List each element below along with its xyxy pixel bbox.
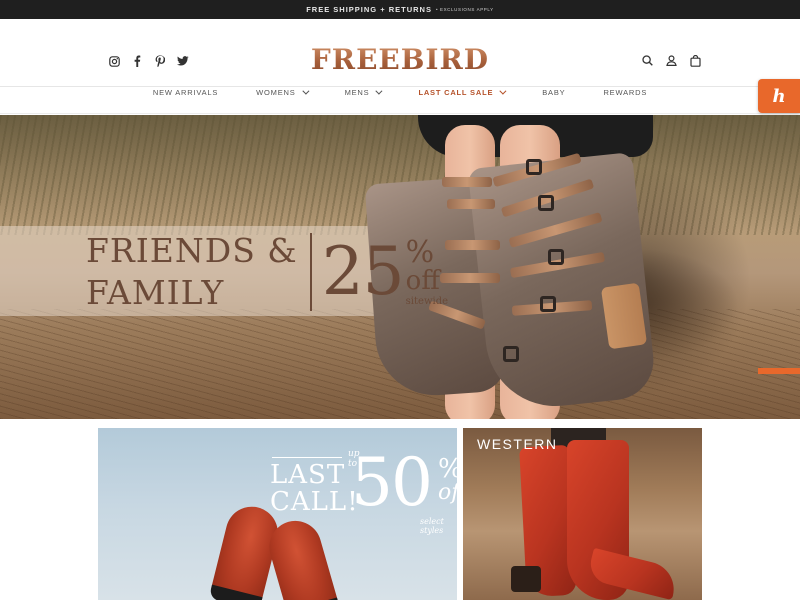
chevron-down-icon bbox=[301, 87, 310, 95]
hero-percent: 25 bbox=[321, 233, 405, 310]
utility-icons bbox=[641, 54, 702, 67]
nav-label: LAST CALL SALE bbox=[418, 88, 494, 97]
nav-label: NEW ARRIVALS bbox=[152, 88, 219, 97]
nav-label: WOMENS bbox=[256, 88, 296, 97]
hero-strap bbox=[440, 273, 500, 283]
hero-strap bbox=[445, 240, 500, 250]
chevron-down-icon bbox=[499, 87, 507, 95]
chevron-down-icon bbox=[375, 87, 383, 95]
promo-last-line-2: CALL! bbox=[270, 487, 359, 517]
hero-buckle bbox=[548, 249, 564, 265]
hero-sitewide: sitewide bbox=[405, 295, 449, 307]
hero-buckle bbox=[503, 346, 519, 362]
western-label: WESTERN bbox=[477, 436, 558, 452]
nav-item-last-call-sale[interactable]: LAST CALL SALE bbox=[399, 87, 523, 97]
promo-off: off bbox=[438, 480, 457, 505]
honey-indicator-bar bbox=[758, 368, 800, 374]
honey-extension-button[interactable]: h bbox=[758, 79, 800, 113]
hero-line-2: FAMILY bbox=[86, 273, 225, 312]
promo-rule bbox=[272, 457, 342, 458]
nav-label: BABY bbox=[542, 88, 566, 97]
announcement-bar: FREE SHIPPING + RETURNS • EXCLUSIONS APP… bbox=[0, 0, 800, 19]
nav-label: MENS bbox=[344, 88, 370, 97]
hero-strap bbox=[442, 177, 492, 187]
nav-label: REWARDS bbox=[603, 88, 648, 97]
hero-buckle bbox=[538, 195, 554, 211]
nav-item-rewards[interactable]: REWARDS bbox=[584, 88, 666, 97]
bag-icon[interactable] bbox=[689, 54, 702, 67]
announcement-subtext: • EXCLUSIONS APPLY bbox=[435, 7, 494, 12]
promo-percent-sign: % bbox=[438, 456, 457, 482]
promo-last-line-1: LAST bbox=[270, 460, 346, 490]
promo-select-styles: select styles bbox=[420, 517, 444, 535]
hero-headline: FRIENDS & FAMILY bbox=[86, 230, 298, 314]
account-icon[interactable] bbox=[665, 54, 678, 67]
tile-boot-heel bbox=[511, 566, 541, 592]
site-header: FREEBIRD NEW ARRIVALS WOMENS MENS LAST C… bbox=[0, 19, 800, 97]
promo-percent-side: % off bbox=[438, 456, 457, 504]
promo-last-call: LAST CALL! bbox=[270, 462, 359, 516]
shoe-sole bbox=[208, 584, 263, 600]
nav-item-baby[interactable]: BABY bbox=[523, 88, 584, 97]
search-icon[interactable] bbox=[641, 54, 654, 67]
last-call-tile[interactable]: up to LAST CALL! 50 % off select styles bbox=[98, 428, 457, 600]
logo-text: FREEBIRD bbox=[310, 43, 490, 76]
hero-off: off bbox=[405, 265, 440, 296]
hero-divider bbox=[309, 233, 312, 311]
promo-percent: 50 bbox=[351, 444, 433, 521]
nav-item-womens[interactable]: WOMENS bbox=[237, 87, 325, 97]
announcement-text: FREE SHIPPING + RETURNS bbox=[306, 5, 432, 14]
hero-buckle bbox=[540, 296, 556, 312]
hero-strap bbox=[447, 199, 495, 209]
hero-buckle bbox=[526, 159, 542, 175]
western-tile[interactable]: WESTERN bbox=[463, 428, 702, 600]
nav-item-new-arrivals[interactable]: NEW ARRIVALS bbox=[134, 88, 237, 97]
hero-banner[interactable]: FRIENDS & FAMILY 25 % off sitewide bbox=[0, 115, 800, 419]
hero-percent-sign: % bbox=[405, 234, 435, 270]
hero-percent-side: % off sitewide bbox=[405, 234, 449, 307]
main-nav: NEW ARRIVALS WOMENS MENS LAST CALL SALE … bbox=[0, 87, 800, 97]
honey-logo-icon: h bbox=[772, 85, 786, 107]
hero-promo: FRIENDS & FAMILY 25 % off sitewide bbox=[86, 230, 448, 314]
nav-item-mens[interactable]: MENS bbox=[326, 87, 400, 97]
hero-line-1: FRIENDS & bbox=[86, 231, 298, 270]
